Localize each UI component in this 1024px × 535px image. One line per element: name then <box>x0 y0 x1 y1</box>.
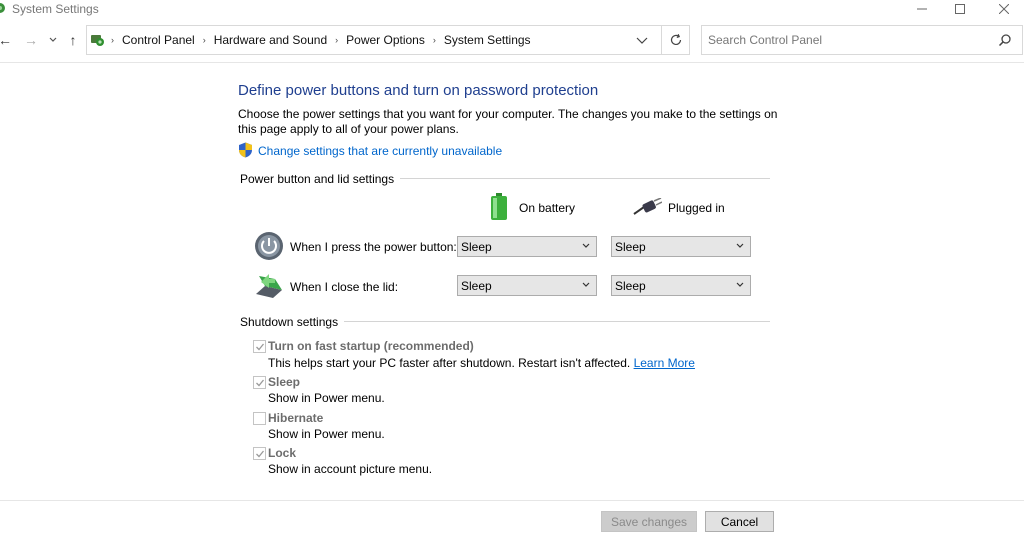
sleep-description: Show in Power menu. <box>268 391 385 405</box>
maximize-icon <box>955 4 965 14</box>
breadcrumb-control-panel[interactable]: Control Panel <box>122 33 195 47</box>
power-plug-icon <box>633 198 662 215</box>
breadcrumb-system-settings[interactable]: System Settings <box>444 33 531 47</box>
chevron-down-icon <box>736 282 744 287</box>
back-arrow-icon: ← <box>0 32 12 48</box>
breadcrumb: › Control Panel › Hardware and Sound › P… <box>111 33 531 47</box>
sleep-title: Sleep <box>268 375 301 389</box>
sleep-checkbox[interactable] <box>253 376 266 389</box>
breadcrumb-power-options[interactable]: Power Options <box>346 33 425 47</box>
address-history-chevron-icon[interactable] <box>635 34 649 46</box>
close-lid-plugged-in-select[interactable]: Sleep <box>611 275 751 296</box>
toolbar-divider <box>0 62 1024 63</box>
recent-locations-button[interactable] <box>44 31 62 49</box>
plugged-in-header: Plugged in <box>668 201 725 215</box>
hibernate-description: Show in Power menu. <box>268 427 385 441</box>
window-title: System Settings <box>12 2 99 16</box>
search-input[interactable] <box>708 33 978 47</box>
chevron-down-icon <box>49 37 57 42</box>
refresh-icon <box>670 33 681 46</box>
uac-shield-icon <box>239 142 252 158</box>
chevron-down-icon <box>582 243 590 248</box>
page-title: Define power buttons and turn on passwor… <box>238 82 599 99</box>
search-box[interactable] <box>701 25 1023 55</box>
lock-description: Show in account picture menu. <box>268 462 433 476</box>
search-icon[interactable] <box>998 33 1012 47</box>
checkmark-icon <box>256 343 265 351</box>
power-button-on-battery-value: Sleep <box>461 239 492 254</box>
power-button-plugged-in-value: Sleep <box>615 239 646 254</box>
laptop-lid-icon <box>256 274 282 298</box>
fast-startup-description: This helps start your PC faster after sh… <box>268 356 695 370</box>
refresh-button[interactable] <box>662 25 690 55</box>
power-section-label: Power button and lid settings <box>240 172 401 186</box>
chevron-down-icon <box>736 243 744 248</box>
cancel-button[interactable]: Cancel <box>705 511 774 532</box>
on-battery-header: On battery <box>519 201 576 215</box>
address-bar[interactable]: › Control Panel › Hardware and Sound › P… <box>86 25 662 55</box>
forward-button[interactable]: → <box>22 31 40 49</box>
close-lid-row-label: When I close the lid: <box>290 280 399 294</box>
minimize-icon <box>917 8 927 10</box>
save-changes-button[interactable]: Save changes <box>601 511 697 532</box>
power-button-icon <box>255 232 283 260</box>
close-button[interactable] <box>982 0 1024 18</box>
navigation-bar: ← → ↑ › Control Panel › Hardware and Sou… <box>0 22 1024 58</box>
checkmark-icon <box>256 379 265 387</box>
power-button-row-label: When I press the power button: <box>290 240 457 254</box>
shutdown-section-label: Shutdown settings <box>240 315 345 329</box>
lock-checkbox[interactable] <box>253 447 266 460</box>
footer-divider <box>0 500 1024 501</box>
close-lid-on-battery-value: Sleep <box>461 278 492 293</box>
control-panel-icon <box>0 3 5 13</box>
checkmark-icon <box>256 450 265 458</box>
hibernate-title: Hibernate <box>268 411 324 425</box>
learn-more-link[interactable]: Learn More <box>634 356 695 370</box>
system-settings-window: System Settings ← → ↑ › Control Panel › … <box>0 0 1024 535</box>
breadcrumb-hardware-and-sound[interactable]: Hardware and Sound <box>214 33 327 47</box>
fast-startup-checkbox[interactable] <box>253 340 266 353</box>
power-button-on-battery-select[interactable]: Sleep <box>457 236 597 257</box>
power-button-plugged-in-select[interactable]: Sleep <box>611 236 751 257</box>
up-button[interactable]: ↑ <box>64 31 82 49</box>
back-button[interactable]: ← <box>0 31 14 49</box>
fast-startup-title: Turn on fast startup (recommended) <box>268 339 474 353</box>
page-description: Choose the power settings that you want … <box>238 107 778 136</box>
up-arrow-icon: ↑ <box>69 32 77 48</box>
maximize-button[interactable] <box>938 0 982 18</box>
control-panel-icon <box>91 35 104 46</box>
change-unavailable-settings-link[interactable]: Change settings that are currently unava… <box>258 144 502 158</box>
chevron-down-icon <box>582 282 590 287</box>
close-lid-plugged-in-value: Sleep <box>615 278 646 293</box>
battery-icon <box>491 193 507 220</box>
title-bar: System Settings <box>0 0 1024 18</box>
hibernate-checkbox[interactable] <box>253 412 266 425</box>
close-lid-on-battery-select[interactable]: Sleep <box>457 275 597 296</box>
lock-title: Lock <box>268 446 297 460</box>
forward-arrow-icon: → <box>24 32 38 48</box>
close-icon <box>999 4 1009 14</box>
